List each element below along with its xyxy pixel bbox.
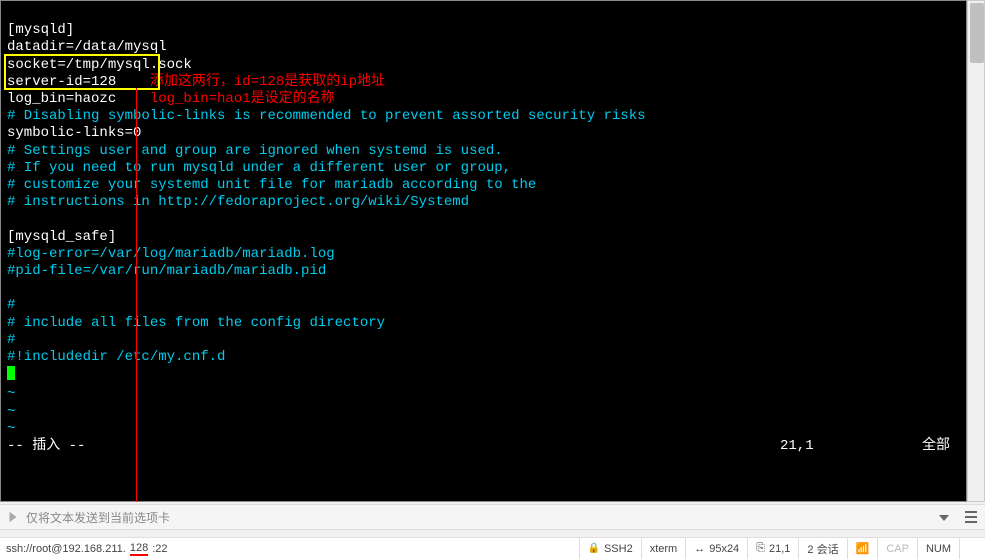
vim-mode: -- 插入 -- [7,438,85,455]
scroll-lock-indicator [959,538,979,559]
comment-line: # [7,297,15,313]
position-icon: ⎘ [756,542,765,555]
vim-tilde: ~ [7,404,15,420]
num-lock-indicator: NUM [917,538,959,559]
config-line: datadir=/data/mysql [7,39,167,55]
vim-cursor-position: 21,1 [780,438,900,455]
target-dropdown[interactable] [933,510,955,524]
comment-line: # customize your systemd unit file for m… [7,177,536,193]
ssh-status: 🔒SSH2 [579,538,641,559]
vim-scroll-indicator: 全部 [900,438,960,455]
vim-status-line: -- 插入 -- 21,1全部 [7,438,960,455]
comment-line: # instructions in http://fedoraproject.o… [7,194,469,210]
scrollbar-thumb[interactable] [970,3,984,63]
comment-line: #log-error=/var/log/mariadb/mariadb.log [7,246,335,262]
config-line: [mysqld_safe] [7,229,116,245]
terminal-type: xterm [641,538,686,559]
terminal-viewport[interactable]: [mysqld] datadir=/data/mysql socket=/tmp… [0,0,967,502]
comment-line: # Disabling symbolic-links is recommende… [7,108,646,124]
comment-line: #!includedir /etc/my.cnf.d [7,349,225,365]
terminal-size: ↔95x24 [685,538,747,559]
config-line: log_bin=haozc [7,91,116,107]
session-count: 2 会话 [798,538,846,559]
cursor-position-status: ⎘21,1 [747,538,798,559]
config-line: server-id=128 [7,74,116,90]
terminal-scrollbar[interactable] [967,0,985,502]
resize-icon: ↔ [694,543,705,555]
config-line: [mysqld] [7,22,74,38]
comment-line: # If you need to run mysqld under a diff… [7,160,511,176]
config-line: socket=/tmp/mysql.sock [7,57,192,73]
vim-tilde: ~ [7,386,15,402]
comment-line: #pid-file=/var/run/mariadb/mariadb.pid [7,263,326,279]
vim-tilde: ~ [7,421,15,437]
cursor [7,366,15,380]
lock-icon: 🔒 [588,543,600,554]
comment-line: # Settings user and group are ignored wh… [7,143,503,159]
send-text-bar: 仅将文本发送到当前选项卡 [0,504,985,530]
status-bar: ssh://root@192.168.211.128:22 🔒SSH2 xter… [0,537,985,559]
annotation-underline: 128 [130,542,148,556]
hamburger-menu-icon[interactable] [963,509,979,525]
collapse-icon[interactable] [6,510,20,524]
annotation-text: log_bin=hao1是设定的名称 [116,91,334,107]
send-text-placeholder[interactable]: 仅将文本发送到当前选项卡 [26,509,170,526]
config-line: symbolic-links=0 [7,125,141,141]
signal-icon: 📶 [847,538,878,559]
comment-line: # [7,332,15,348]
connection-address: ssh://root@192.168.211.128:22 [6,538,175,559]
comment-line: # include all files from the config dire… [7,315,385,331]
caps-lock-indicator: CAP [877,538,917,559]
annotation-text: 添加这两行，id=128是获取的ip地址 [116,74,385,90]
